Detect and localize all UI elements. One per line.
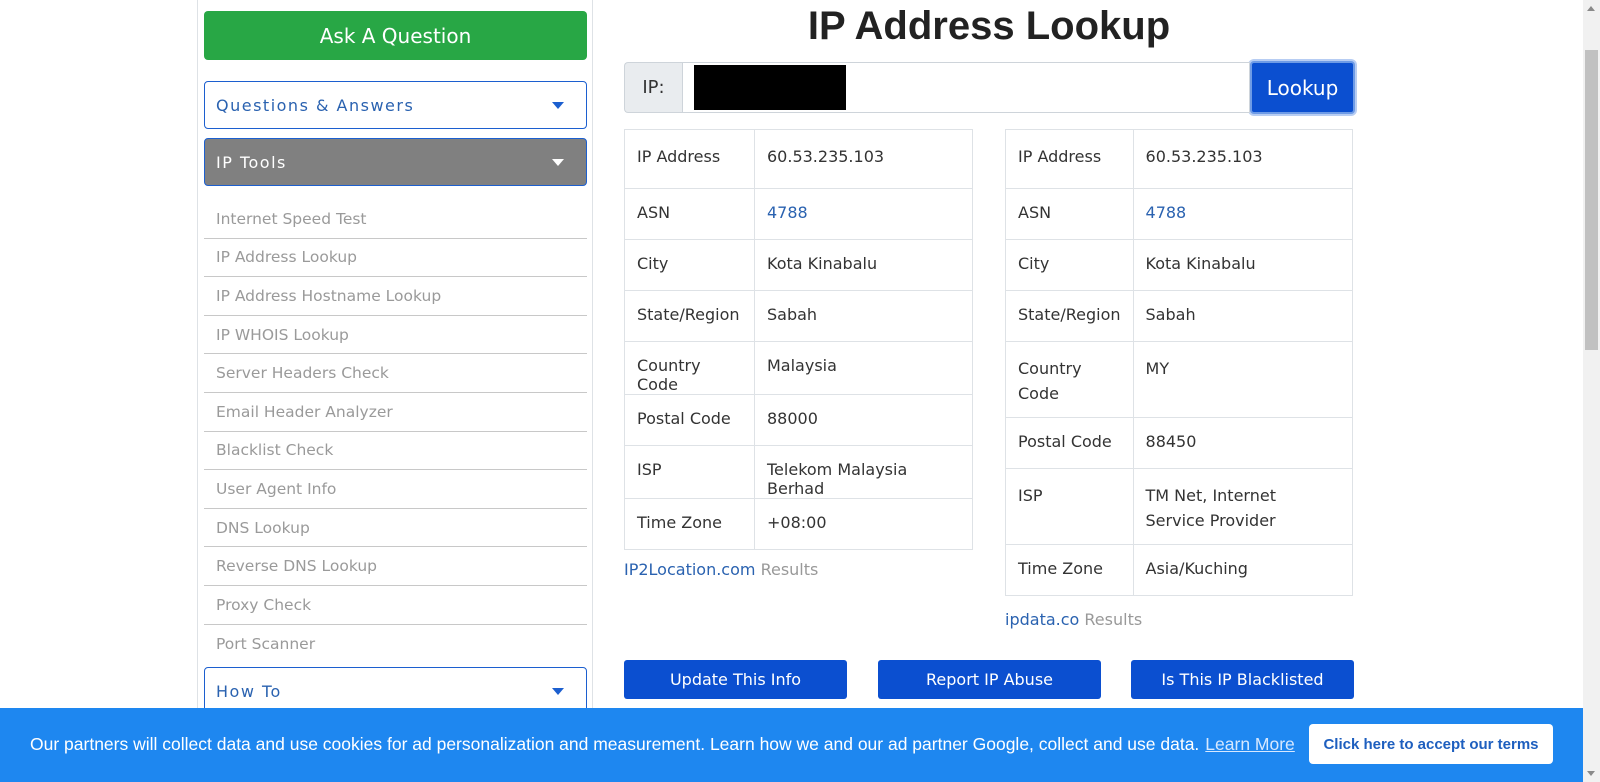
- row-value: +08:00: [754, 498, 973, 550]
- update-info-button[interactable]: Update This Info: [624, 660, 847, 699]
- row-label: Country Code: [1005, 341, 1134, 418]
- accordion-label: Questions & Answers: [216, 95, 415, 115]
- table-row: Country Code Malaysia: [624, 341, 973, 395]
- ask-question-button[interactable]: Ask A Question: [204, 11, 587, 60]
- row-label: City: [1005, 239, 1134, 291]
- row-label: ASN: [624, 188, 755, 240]
- sidebar-item-ip-whois-lookup[interactable]: IP WHOIS Lookup: [204, 316, 587, 355]
- cookie-message: Our partners will collect data and use c…: [30, 734, 1295, 755]
- row-value: 88450: [1132, 417, 1354, 469]
- learn-more-link[interactable]: Learn More: [1205, 734, 1295, 754]
- row-label: ASN: [1005, 188, 1134, 240]
- row-value: Sabah: [754, 290, 973, 342]
- chevron-down-icon: [552, 687, 564, 695]
- chevron-down-icon: [552, 101, 564, 109]
- asn-link[interactable]: 4788: [767, 203, 808, 222]
- ip-tools-list: Internet Speed Test IP Address Lookup IP…: [204, 200, 587, 663]
- row-label: State/Region: [1005, 290, 1134, 342]
- table-row: City Kota Kinabalu: [1005, 239, 1354, 291]
- sidebar-item-internet-speed-test[interactable]: Internet Speed Test: [204, 200, 587, 239]
- asn-link[interactable]: 4788: [1146, 203, 1187, 222]
- ip2location-link[interactable]: IP2Location.com: [624, 560, 755, 579]
- ip2location-results-table: IP Address 60.53.235.103 ASN 4788 City K…: [624, 129, 973, 550]
- table-row: Country Code MY: [1005, 341, 1354, 418]
- sidebar-item-ip-address-hostname-lookup[interactable]: IP Address Hostname Lookup: [204, 277, 587, 316]
- row-value: 60.53.235.103: [754, 129, 973, 189]
- row-label: ISP: [624, 445, 755, 499]
- row-value: Sabah: [1132, 290, 1354, 342]
- sidebar-item-server-headers-check[interactable]: Server Headers Check: [204, 354, 587, 393]
- source-caption: ipdata.co Results: [1005, 610, 1142, 629]
- row-label: ISP: [1005, 468, 1134, 545]
- ipdata-link[interactable]: ipdata.co: [1005, 610, 1079, 629]
- row-label: Country Code: [624, 341, 755, 395]
- cookie-message-text: Our partners will collect data and use c…: [30, 734, 1200, 754]
- ip-search-group: IP: Lookup: [624, 61, 1355, 114]
- table-row: IP Address 60.53.235.103: [1005, 129, 1354, 189]
- cookie-banner: Our partners will collect data and use c…: [0, 708, 1583, 782]
- row-value: Kota Kinabalu: [1132, 239, 1354, 291]
- table-row: ISP Telekom Malaysia Berhad: [624, 445, 973, 499]
- row-value: Malaysia: [754, 341, 973, 395]
- table-row: Time Zone Asia/Kuching: [1005, 544, 1354, 596]
- row-label: Postal Code: [624, 394, 755, 446]
- row-value: Asia/Kuching: [1132, 544, 1354, 596]
- table-row: ASN 4788: [624, 188, 973, 240]
- ipdata-results-table: IP Address 60.53.235.103 ASN 4788 City K…: [1005, 129, 1354, 596]
- sidebar-item-blacklist-check[interactable]: Blacklist Check: [204, 432, 587, 471]
- scroll-down-arrow-icon[interactable]: [1587, 771, 1595, 776]
- source-suffix: Results: [1084, 610, 1143, 629]
- row-value: Telekom Malaysia Berhad: [754, 445, 973, 499]
- page-title: IP Address Lookup: [807, 4, 1171, 48]
- source-suffix: Results: [760, 560, 819, 579]
- table-row: Postal Code 88000: [624, 394, 973, 446]
- lookup-button[interactable]: Lookup: [1250, 61, 1355, 114]
- accordion-label: IP Tools: [216, 152, 287, 172]
- table-row: Postal Code 88450: [1005, 417, 1354, 469]
- redacted-value: [694, 65, 846, 110]
- sidebar-item-dns-lookup[interactable]: DNS Lookup: [204, 509, 587, 548]
- sidebar-item-reverse-dns-lookup[interactable]: Reverse DNS Lookup: [204, 547, 587, 586]
- table-row: Time Zone +08:00: [624, 498, 973, 550]
- row-value: TM Net, Internet Service Provider: [1132, 468, 1354, 545]
- report-abuse-button[interactable]: Report IP Abuse: [878, 660, 1101, 699]
- table-row: State/Region Sabah: [1005, 290, 1354, 342]
- row-value: Kota Kinabalu: [754, 239, 973, 291]
- accordion-label: How To: [216, 681, 282, 701]
- row-label: State/Region: [624, 290, 755, 342]
- sidebar-item-user-agent-info[interactable]: User Agent Info: [204, 470, 587, 509]
- source-caption: IP2Location.com Results: [624, 560, 818, 579]
- row-label: IP Address: [1005, 129, 1134, 189]
- table-row: ASN 4788: [1005, 188, 1354, 240]
- table-row: IP Address 60.53.235.103: [624, 129, 973, 189]
- sidebar-item-email-header-analyzer[interactable]: Email Header Analyzer: [204, 393, 587, 432]
- sidebar-item-ip-address-lookup[interactable]: IP Address Lookup: [204, 239, 587, 278]
- accept-terms-button[interactable]: Click here to accept our terms: [1309, 724, 1553, 764]
- ip-input[interactable]: [682, 62, 1250, 113]
- row-value: MY: [1132, 341, 1354, 418]
- page-scrollbar[interactable]: [1583, 0, 1600, 782]
- sidebar-item-proxy-check[interactable]: Proxy Check: [204, 586, 587, 625]
- sidebar-item-port-scanner[interactable]: Port Scanner: [204, 625, 587, 664]
- row-label: Time Zone: [1005, 544, 1134, 596]
- row-label: Time Zone: [624, 498, 755, 550]
- table-row: City Kota Kinabalu: [624, 239, 973, 291]
- row-label: IP Address: [624, 129, 755, 189]
- accordion-questions-answers[interactable]: Questions & Answers: [204, 81, 587, 129]
- row-value: 88000: [754, 394, 973, 446]
- row-value: 60.53.235.103: [1132, 129, 1354, 189]
- scrollbar-thumb[interactable]: [1585, 50, 1598, 350]
- row-label: City: [624, 239, 755, 291]
- row-label: Postal Code: [1005, 417, 1134, 469]
- accordion-ip-tools[interactable]: IP Tools: [204, 138, 587, 186]
- table-row: ISP TM Net, Internet Service Provider: [1005, 468, 1354, 545]
- chevron-down-icon: [552, 158, 564, 166]
- ip-label: IP:: [624, 62, 682, 113]
- table-row: State/Region Sabah: [624, 290, 973, 342]
- scroll-up-arrow-icon[interactable]: [1587, 6, 1595, 11]
- blacklist-check-button[interactable]: Is This IP Blacklisted: [1131, 660, 1354, 699]
